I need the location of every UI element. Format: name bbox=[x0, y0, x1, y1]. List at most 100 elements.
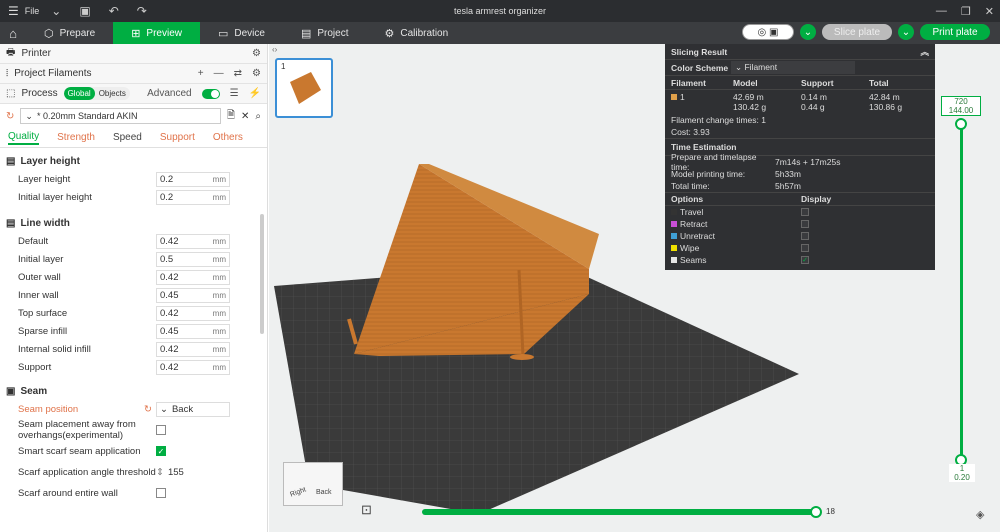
move-slider[interactable] bbox=[422, 509, 817, 515]
display-checkbox[interactable] bbox=[801, 208, 809, 216]
top-layer-label: 720 144.00 bbox=[941, 96, 981, 116]
setting-label: Initial layer bbox=[18, 253, 64, 265]
save-preset-icon[interactable]: 🗎 bbox=[227, 108, 235, 125]
tab-label: Calibration bbox=[400, 27, 449, 39]
display-checkbox[interactable]: ✓ bbox=[801, 256, 809, 264]
col-header: Total bbox=[869, 77, 889, 88]
reset-icon[interactable]: ↻ bbox=[144, 404, 156, 415]
remove-icon[interactable]: — bbox=[214, 68, 224, 79]
filaments-header[interactable]: ⦙ Project Filaments + — ⇄ ⚙ bbox=[0, 64, 267, 84]
seam-away-checkbox[interactable] bbox=[156, 425, 166, 435]
minimize-icon[interactable]: — bbox=[936, 5, 947, 17]
tab-label: Prepare bbox=[59, 27, 96, 39]
redo-icon[interactable]: ↷ bbox=[131, 4, 153, 18]
tab-others[interactable]: Others bbox=[213, 132, 243, 143]
search-icon[interactable]: ⌕ bbox=[255, 111, 261, 122]
tab-project[interactable]: ▤ Project bbox=[283, 22, 367, 44]
unit: mm bbox=[212, 344, 226, 354]
tab-calibration[interactable]: ⚙ Calibration bbox=[367, 22, 467, 44]
close-icon[interactable]: ✕ bbox=[241, 111, 249, 122]
slice-dropdown-icon[interactable]: ⌄ bbox=[800, 24, 816, 40]
sync-icon[interactable]: ⇄ bbox=[234, 68, 242, 79]
tab-device[interactable]: ▭ Device bbox=[200, 22, 283, 44]
seam-position-select[interactable]: ⌄ Back bbox=[156, 401, 230, 417]
home-icon[interactable]: ⌂ bbox=[0, 22, 26, 44]
add-icon[interactable]: + bbox=[198, 68, 204, 79]
display-checkbox[interactable] bbox=[801, 244, 809, 252]
time-value: 5h57m bbox=[775, 181, 801, 191]
scarf-seam-checkbox[interactable]: ✓ bbox=[156, 446, 166, 456]
reset-icon[interactable]: ↻ bbox=[6, 111, 14, 122]
unit: mm bbox=[212, 308, 226, 318]
scarf-angle-spinner[interactable]: ⇕ 155 bbox=[156, 467, 184, 478]
col-header: Support bbox=[801, 77, 834, 88]
objects-option[interactable]: Objects bbox=[95, 87, 130, 100]
display-checkbox[interactable] bbox=[801, 220, 809, 228]
tab-strength[interactable]: Strength bbox=[57, 132, 95, 143]
tab-prepare[interactable]: ⬡ Prepare bbox=[26, 22, 113, 44]
setting-label: Seam position bbox=[18, 403, 79, 415]
slice-plate-button[interactable]: Slice plate bbox=[822, 24, 892, 40]
view-cube[interactable]: Right Back bbox=[283, 462, 343, 506]
value: 0.45 bbox=[160, 325, 179, 337]
advanced-toggle[interactable] bbox=[201, 88, 220, 99]
global-option[interactable]: Global bbox=[63, 87, 95, 100]
setting-label: Layer height bbox=[18, 173, 71, 185]
setting-input[interactable]: 0.42 mm bbox=[156, 359, 230, 375]
save-icon[interactable]: ▣ bbox=[73, 4, 96, 18]
display-checkbox[interactable] bbox=[801, 232, 809, 240]
setting-input[interactable]: 0.42 mm bbox=[156, 233, 230, 249]
setting-input[interactable]: 0.45 mm bbox=[156, 287, 230, 303]
preset-row: ↻ ⌄ * 0.20mm Standard AKIN 🗎 ✕ ⌕ bbox=[0, 104, 267, 128]
hamburger-icon[interactable]: ☰ bbox=[8, 4, 19, 18]
restore-icon[interactable]: ❐ bbox=[961, 5, 971, 18]
move-handle[interactable] bbox=[810, 506, 822, 518]
options-header: Options Display bbox=[665, 192, 935, 206]
chevron-down-icon[interactable]: ⌄ bbox=[45, 4, 67, 18]
value: Filament bbox=[744, 62, 778, 72]
tab-quality[interactable]: Quality bbox=[8, 131, 40, 145]
tab-preview[interactable]: ⊞ Preview bbox=[113, 22, 200, 44]
layers-icon[interactable]: ◈ bbox=[976, 508, 984, 521]
setting-row: Initial layer 0.5 mm bbox=[0, 250, 267, 268]
setting-input[interactable]: 0.2 mm bbox=[156, 189, 230, 205]
fit-view-icon[interactable]: ⊡ bbox=[361, 502, 372, 518]
scarf-around-checkbox[interactable] bbox=[156, 488, 166, 498]
compare-icon[interactable]: ⚡ bbox=[249, 88, 261, 99]
undo-icon[interactable]: ↶ bbox=[103, 4, 125, 18]
tab-support[interactable]: Support bbox=[160, 132, 195, 143]
setting-input[interactable]: 0.42 mm bbox=[156, 305, 230, 321]
setting-input[interactable]: 0.45 mm bbox=[156, 323, 230, 339]
value: 144.00 bbox=[948, 106, 974, 115]
global-objects-switch[interactable]: Global Objects bbox=[63, 87, 130, 100]
setting-input[interactable]: 0.5 mm bbox=[156, 251, 230, 267]
print-plate-button[interactable]: Print plate bbox=[920, 24, 990, 40]
view-toggle[interactable]: ◎ ▣ bbox=[742, 24, 794, 40]
preset-select[interactable]: ⌄ * 0.20mm Standard AKIN bbox=[20, 108, 221, 124]
file-menu[interactable]: File bbox=[25, 6, 40, 16]
close-icon[interactable]: ✕ bbox=[985, 5, 994, 18]
settings-scrollbar[interactable] bbox=[260, 214, 264, 334]
option-row: Unretract bbox=[665, 230, 935, 242]
setting-label: Sparse infill bbox=[18, 325, 68, 337]
layer-slider[interactable]: 720 144.00 1 0.20 bbox=[941, 96, 981, 486]
option-label: Seams bbox=[680, 255, 707, 265]
unit: mm bbox=[212, 290, 226, 300]
settings-icon[interactable]: ⚙ bbox=[252, 48, 261, 59]
tab-speed[interactable]: Speed bbox=[113, 132, 142, 143]
unit: mm bbox=[212, 326, 226, 336]
printer-header[interactable]: 🖶 Printer ⚙ bbox=[0, 44, 267, 64]
color-scheme-select[interactable]: ⌄ Filament bbox=[731, 61, 855, 74]
value: 720 bbox=[954, 97, 968, 106]
settings-icon[interactable]: ⚙ bbox=[252, 68, 261, 79]
collapse-icon[interactable]: ︽ bbox=[920, 46, 929, 58]
color-scheme-label: Color Scheme bbox=[671, 62, 729, 73]
setting-input[interactable]: 0.42 mm bbox=[156, 269, 230, 285]
change-times: Filament change times: 1 bbox=[671, 115, 766, 125]
list-icon[interactable]: ☰ bbox=[230, 88, 239, 99]
print-dropdown-icon[interactable]: ⌄ bbox=[898, 24, 914, 40]
setting-row: Initial layer height 0.2 mm bbox=[0, 188, 267, 206]
setting-input[interactable]: 0.42 mm bbox=[156, 341, 230, 357]
setting-input[interactable]: 0.2 mm bbox=[156, 171, 230, 187]
top-handle[interactable] bbox=[955, 118, 967, 130]
